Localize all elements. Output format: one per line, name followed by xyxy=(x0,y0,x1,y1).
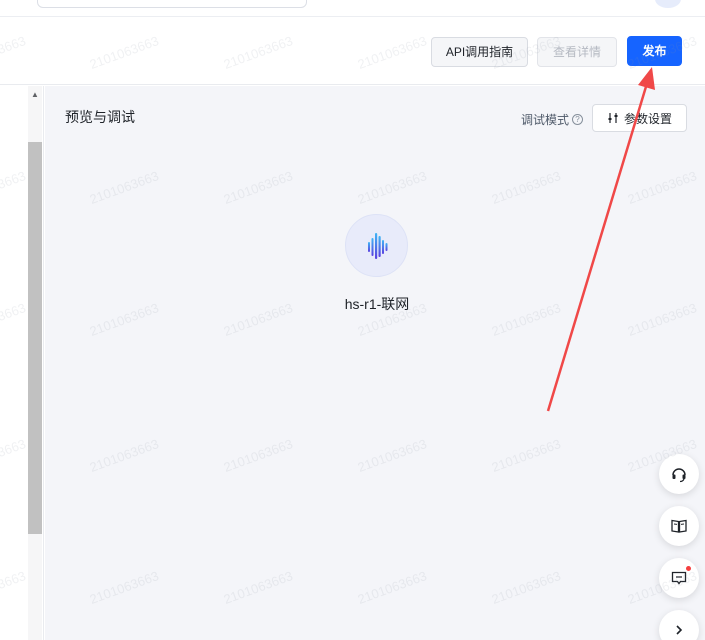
user-avatar[interactable] xyxy=(655,0,681,8)
publish-button[interactable]: 发布 xyxy=(627,36,682,66)
action-bar: API调用指南 查看详情 发布 xyxy=(0,17,705,85)
debug-mode-label: 调试模式 xyxy=(521,113,570,127)
sliders-icon xyxy=(608,113,618,123)
help-circle-icon[interactable]: ? xyxy=(572,114,584,125)
api-guide-button[interactable]: API调用指南 xyxy=(431,37,528,67)
scroll-up-arrow-icon[interactable]: ▲ xyxy=(29,90,41,100)
support-button[interactable] xyxy=(659,454,699,494)
top-bar xyxy=(0,0,705,17)
debug-mode-toggle[interactable]: 调试模式 ? xyxy=(521,111,584,128)
feedback-button[interactable] xyxy=(659,558,699,598)
feedback-icon xyxy=(671,571,687,585)
notification-dot xyxy=(685,565,692,572)
book-icon xyxy=(671,519,687,533)
bot-avatar xyxy=(345,214,408,277)
docs-button[interactable] xyxy=(659,506,699,546)
bot-name: hs-r1-联网 xyxy=(344,296,410,312)
chevron-right-icon xyxy=(676,625,683,635)
scrollbar-thumb[interactable] xyxy=(28,142,42,534)
preview-panel: 预览与调试 调试模式 ? 参数设置 hs-r1-联网 xyxy=(45,86,705,640)
panel-title: 预览与调试 xyxy=(65,109,135,125)
params-settings-label: 参数设置 xyxy=(623,111,672,126)
view-details-button[interactable]: 查看详情 xyxy=(537,37,617,67)
search-input[interactable] xyxy=(37,0,307,8)
voice-wave-icon xyxy=(368,233,388,259)
params-settings-button[interactable]: 参数设置 xyxy=(592,104,687,132)
config-panel: ▲ xyxy=(0,86,44,640)
expand-button[interactable] xyxy=(659,610,699,640)
headset-icon xyxy=(672,468,686,483)
